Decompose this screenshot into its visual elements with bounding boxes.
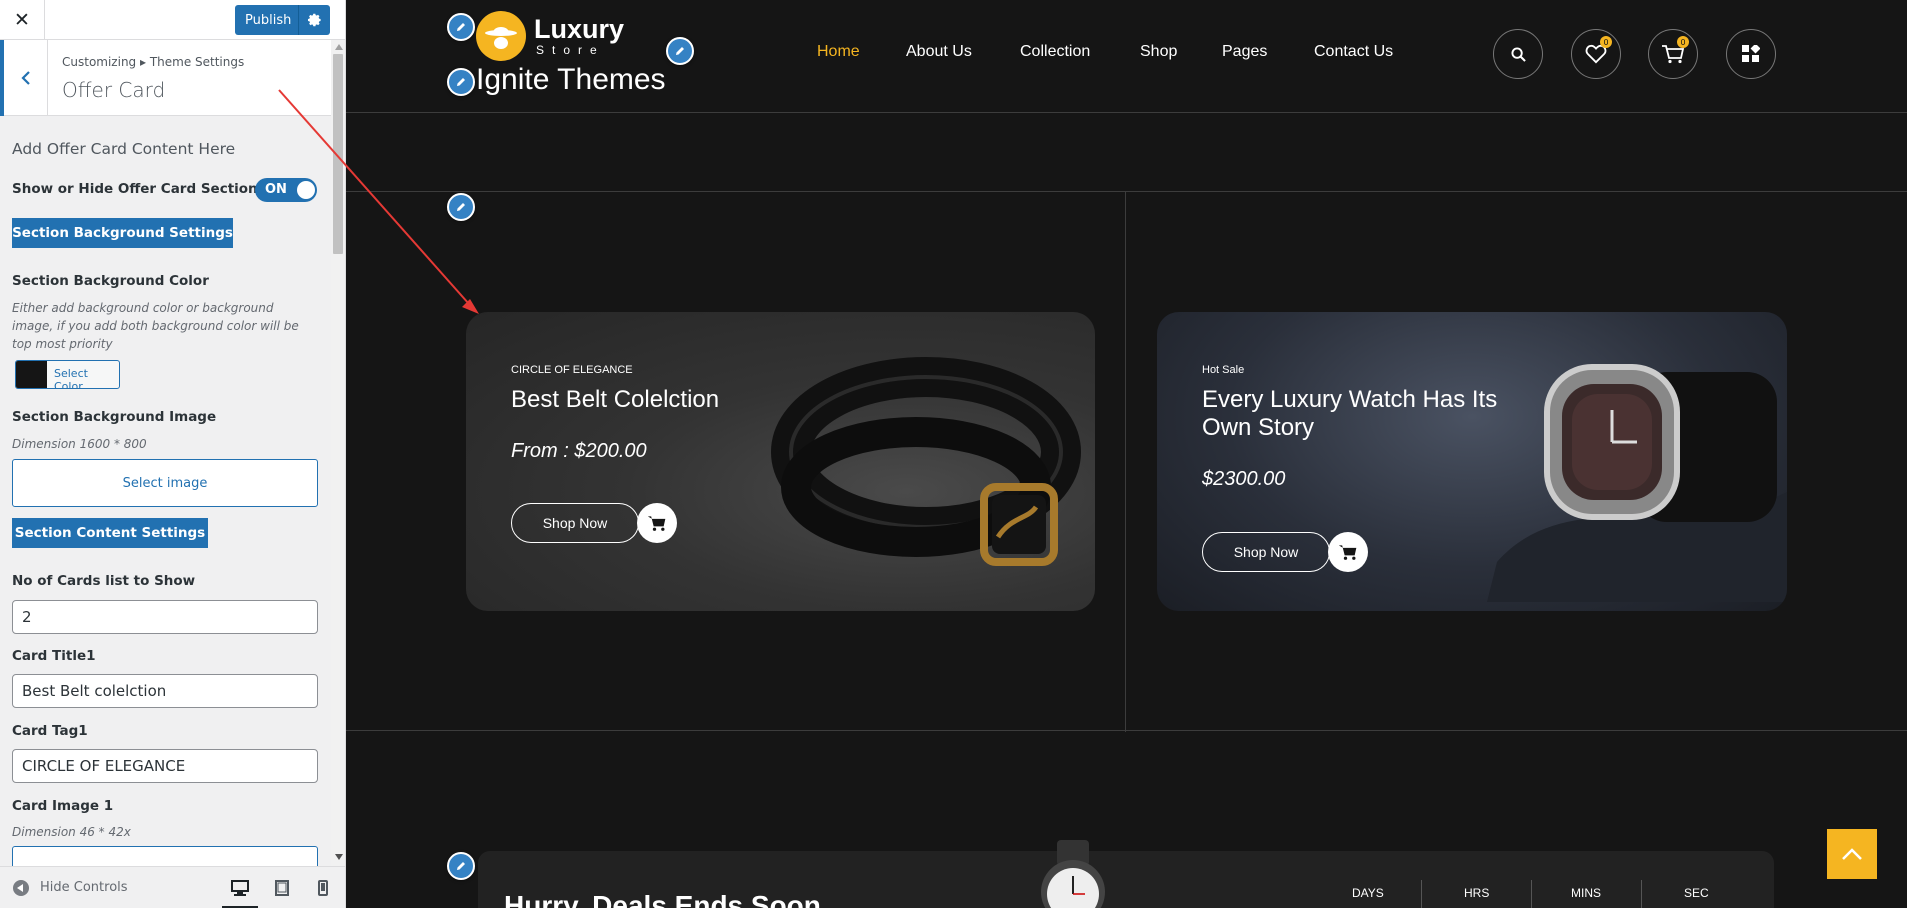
- search-button[interactable]: [1493, 29, 1543, 79]
- hide-controls-button[interactable]: Hide Controls: [40, 880, 128, 895]
- bg-color-description: Either add background color or backgroun…: [12, 301, 299, 351]
- section-heading: Add Offer Card Content Here: [12, 140, 236, 158]
- edit-title-pencil-icon[interactable]: [447, 68, 475, 96]
- shop-now-button[interactable]: Shop Now: [511, 503, 639, 543]
- scroll-thumb[interactable]: [333, 54, 343, 254]
- background-settings-button[interactable]: Section Background Settings: [12, 218, 233, 248]
- card-tag: Hot Sale: [1202, 364, 1245, 376]
- scroll-to-top-button[interactable]: [1827, 829, 1877, 879]
- logo-icon[interactable]: [476, 11, 526, 61]
- panel-header: Customizing ▸ Theme Settings Offer Card: [0, 40, 345, 116]
- show-hide-label: Show or Hide Offer Card Section: [12, 181, 258, 197]
- card-tag1-input[interactable]: CIRCLE OF ELEGANCE: [12, 749, 318, 783]
- edit-deal-section-pencil-icon[interactable]: [447, 852, 475, 880]
- cart-button[interactable]: 0: [1648, 29, 1698, 79]
- deal-title: Hurry, Deals Ends Soon: [504, 890, 821, 908]
- hide-controls-icon[interactable]: [13, 880, 29, 896]
- edit-logo-pencil-icon[interactable]: [447, 13, 475, 41]
- customizer-footer: Hide Controls: [0, 866, 345, 908]
- add-to-cart-button[interactable]: [637, 503, 677, 543]
- card-image1-dimension: Dimension 46 * 42x: [12, 825, 131, 839]
- card-price: From : $200.00: [511, 440, 647, 462]
- countdown-sec-label: SEC: [1684, 886, 1709, 900]
- watch-image: [1487, 364, 1787, 602]
- card-price: $2300.00: [1202, 468, 1286, 490]
- section-divider: [1125, 192, 1126, 732]
- search-icon: [1510, 46, 1526, 62]
- edit-menu-pencil-icon[interactable]: [666, 37, 694, 65]
- cards-count-label: No of Cards list to Show: [12, 573, 196, 589]
- countdown-days-label: DAYS: [1352, 886, 1384, 900]
- chevron-left-icon: [20, 71, 30, 85]
- bg-color-label: Section Background Color: [12, 273, 209, 289]
- bg-image-dimension: Dimension 1600 * 800: [12, 437, 147, 451]
- card-image1-label: Card Image 1: [12, 798, 114, 814]
- customizer-sidebar: ✕ Publish Customizing ▸ Theme Settings O…: [0, 0, 346, 908]
- apps-grid-button[interactable]: [1726, 29, 1776, 79]
- countdown-hours-label: HRS: [1464, 886, 1490, 900]
- tablet-preview-icon[interactable]: [270, 876, 294, 900]
- nav-contact-us[interactable]: Contact Us: [1314, 43, 1393, 61]
- select-color-button[interactable]: Select Color: [15, 360, 120, 389]
- offer-card-section: CIRCLE OF ELEGANCE Best Belt Colelction …: [346, 191, 1907, 732]
- site-header: Luxury Store Ignite Themes Home About Us…: [346, 0, 1907, 113]
- logo-subtitle: Store: [536, 43, 605, 57]
- add-to-cart-button[interactable]: [1328, 532, 1368, 572]
- select-image-button[interactable]: Select image: [12, 459, 318, 507]
- cart-icon: [647, 516, 666, 531]
- nav-pages[interactable]: Pages: [1222, 43, 1267, 61]
- color-swatch: [16, 361, 47, 388]
- select-color-label: Select Color: [54, 367, 88, 389]
- card-title1-input[interactable]: Best Belt colelction: [12, 674, 318, 708]
- toggle-knob: [297, 181, 315, 199]
- publish-settings-gear-icon[interactable]: [299, 5, 330, 35]
- offer-card-watch: Hot Sale Every Luxury Watch Has Its Own …: [1157, 312, 1787, 611]
- belt-image: [771, 357, 1081, 566]
- scroll-down-arrow-icon[interactable]: [335, 854, 343, 860]
- nav-about-us[interactable]: About Us: [906, 43, 972, 61]
- shop-now-button[interactable]: Shop Now: [1202, 532, 1330, 572]
- cards-count-input[interactable]: 2: [12, 600, 318, 634]
- breadcrumb: Customizing ▸ Theme Settings: [62, 55, 245, 69]
- card-title1-label: Card Title1: [12, 648, 96, 664]
- card-tag: CIRCLE OF ELEGANCE: [511, 364, 633, 376]
- offer-section-toggle[interactable]: ON: [255, 178, 317, 202]
- back-button[interactable]: [0, 40, 48, 116]
- site-title[interactable]: Ignite Themes: [476, 63, 666, 97]
- sidebar-scrollbar[interactable]: [331, 40, 345, 866]
- chevron-up-icon: [1842, 848, 1862, 860]
- toggle-state-text: ON: [265, 182, 287, 197]
- cart-count-badge: 0: [1677, 36, 1689, 48]
- grid-icon: [1742, 45, 1760, 62]
- countdown-mins-label: MINS: [1571, 886, 1601, 900]
- desktop-preview-icon[interactable]: [222, 876, 258, 908]
- publish-button[interactable]: Publish: [235, 5, 330, 35]
- site-preview: Luxury Store Ignite Themes Home About Us…: [346, 0, 1907, 908]
- wishlist-count-badge: 0: [1600, 36, 1612, 48]
- content-settings-button[interactable]: Section Content Settings: [12, 518, 208, 548]
- card-title: Best Belt Colelction: [511, 386, 720, 413]
- publish-label: Publish: [245, 12, 292, 28]
- nav-home[interactable]: Home: [817, 43, 860, 61]
- close-customizer-button[interactable]: ✕: [0, 0, 45, 40]
- panel-title: Offer Card: [62, 78, 166, 102]
- card-title: Every Luxury Watch Has Its Own Story: [1202, 386, 1498, 441]
- logo-word[interactable]: Luxury: [534, 14, 624, 45]
- mobile-preview-icon[interactable]: [311, 876, 335, 900]
- cart-icon: [1338, 545, 1357, 560]
- deal-watch-image: [1041, 840, 1105, 908]
- scroll-up-arrow-icon[interactable]: [335, 44, 343, 50]
- nav-shop[interactable]: Shop: [1140, 43, 1177, 61]
- nav-collection[interactable]: Collection: [1020, 43, 1090, 61]
- card-tag1-label: Card Tag1: [12, 723, 88, 739]
- customizer-top-bar: ✕ Publish: [0, 0, 345, 40]
- bg-image-label: Section Background Image: [12, 409, 217, 425]
- offer-card-belt: CIRCLE OF ELEGANCE Best Belt Colelction …: [466, 312, 1095, 611]
- close-icon: ✕: [14, 9, 30, 31]
- wishlist-button[interactable]: 0: [1571, 29, 1621, 79]
